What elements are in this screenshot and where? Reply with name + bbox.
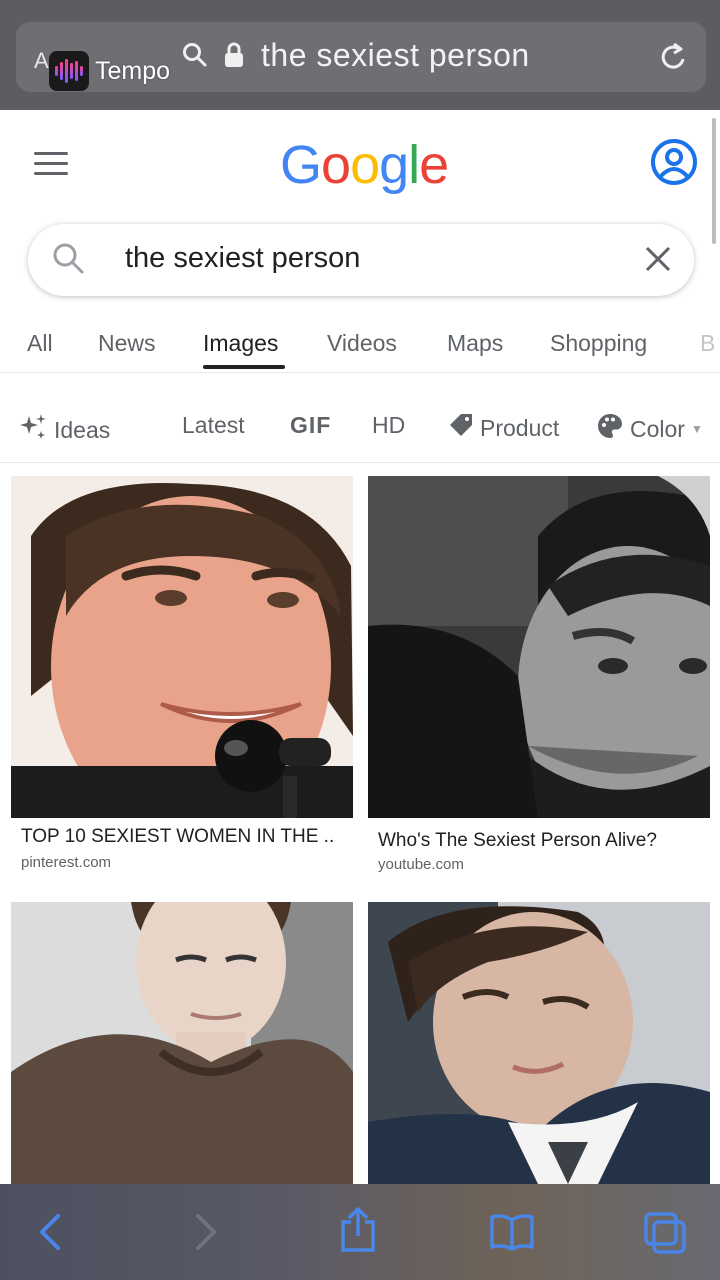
sparkle-icon [18, 412, 48, 448]
chip-ideas[interactable]: Ideas [18, 412, 110, 448]
chip-latest[interactable]: Latest [182, 412, 245, 439]
logo-letter: e [419, 135, 449, 195]
search-box[interactable]: the sexiest person [28, 224, 694, 296]
share-icon[interactable] [338, 1206, 378, 1259]
image-result-card[interactable]: Who's The Sexiest Person Alive? youtube.… [368, 476, 710, 873]
tab-all[interactable]: All [27, 330, 53, 357]
image-result-card[interactable]: TOP 10 SEXIEST WOMEN IN THE .. pinterest… [11, 476, 353, 871]
divider [0, 372, 720, 373]
logo-letter: o [321, 135, 351, 195]
chip-label: Ideas [54, 416, 111, 443]
hamburger-menu-icon[interactable] [34, 152, 68, 176]
chevron-down-icon: ▼ [690, 422, 703, 436]
image-result-card[interactable] [368, 902, 710, 1184]
tab-news[interactable]: News [98, 330, 156, 357]
reload-icon[interactable] [657, 41, 689, 80]
chip-label: Latest [182, 412, 245, 438]
tab-books-partial[interactable]: B [700, 330, 715, 357]
clear-icon[interactable] [644, 245, 672, 278]
result-thumbnail[interactable] [368, 902, 710, 1184]
google-logo[interactable]: Google [280, 134, 449, 196]
chip-gif[interactable]: GIF [290, 412, 331, 439]
tag-icon [448, 412, 474, 444]
result-source: pinterest.com [21, 854, 112, 871]
search-tabs: All News Images Videos Maps Shopping B [0, 322, 720, 372]
chip-label: Color [630, 415, 685, 442]
palette-icon [596, 412, 624, 446]
result-source: youtube.com [378, 856, 464, 873]
scrollbar[interactable] [712, 118, 716, 244]
safari-bottom-toolbar [0, 1184, 720, 1280]
divider [0, 462, 720, 463]
chip-label: Product [480, 414, 560, 441]
result-title[interactable]: TOP 10 SEXIEST WOMEN IN THE .. [11, 826, 353, 848]
lock-icon [224, 42, 244, 73]
url-text[interactable]: the sexiest person [261, 37, 530, 74]
result-thumbnail[interactable] [11, 902, 353, 1184]
tempo-overlay: Tempo [49, 51, 170, 91]
tempo-logo-icon [49, 51, 89, 91]
account-icon[interactable] [650, 138, 698, 191]
search-icon [52, 242, 86, 281]
tab-videos[interactable]: Videos [327, 330, 397, 357]
image-result-card[interactable] [11, 902, 353, 1184]
result-thumbnail[interactable] [368, 476, 710, 818]
chip-label: GIF [290, 412, 332, 438]
tempo-label: Tempo [95, 56, 171, 85]
logo-letter: G [280, 135, 322, 195]
result-thumbnail[interactable] [11, 476, 353, 818]
tabs-icon[interactable] [642, 1210, 688, 1261]
safari-top-bar: A Tempo the sexiest person [0, 0, 720, 110]
chip-hd[interactable]: HD [372, 412, 405, 439]
bookmarks-icon[interactable] [488, 1212, 536, 1257]
logo-letter: o [350, 135, 380, 195]
result-title[interactable]: Who's The Sexiest Person Alive? [368, 830, 710, 852]
chip-label: HD [372, 412, 406, 438]
search-input[interactable]: the sexiest person [125, 242, 360, 275]
forward-icon[interactable] [192, 1212, 220, 1257]
tab-images[interactable]: Images [203, 330, 278, 357]
tab-shopping[interactable]: Shopping [550, 330, 647, 357]
tab-maps[interactable]: Maps [447, 330, 503, 357]
chip-product[interactable]: Product [448, 412, 559, 444]
logo-letter: l [408, 135, 420, 195]
chip-color[interactable]: Color ▼ [596, 412, 703, 446]
search-icon [182, 42, 208, 73]
back-icon[interactable] [36, 1212, 64, 1257]
reader-aa-button[interactable]: A [34, 48, 49, 74]
logo-letter: g [379, 135, 409, 195]
active-tab-indicator [203, 365, 285, 369]
